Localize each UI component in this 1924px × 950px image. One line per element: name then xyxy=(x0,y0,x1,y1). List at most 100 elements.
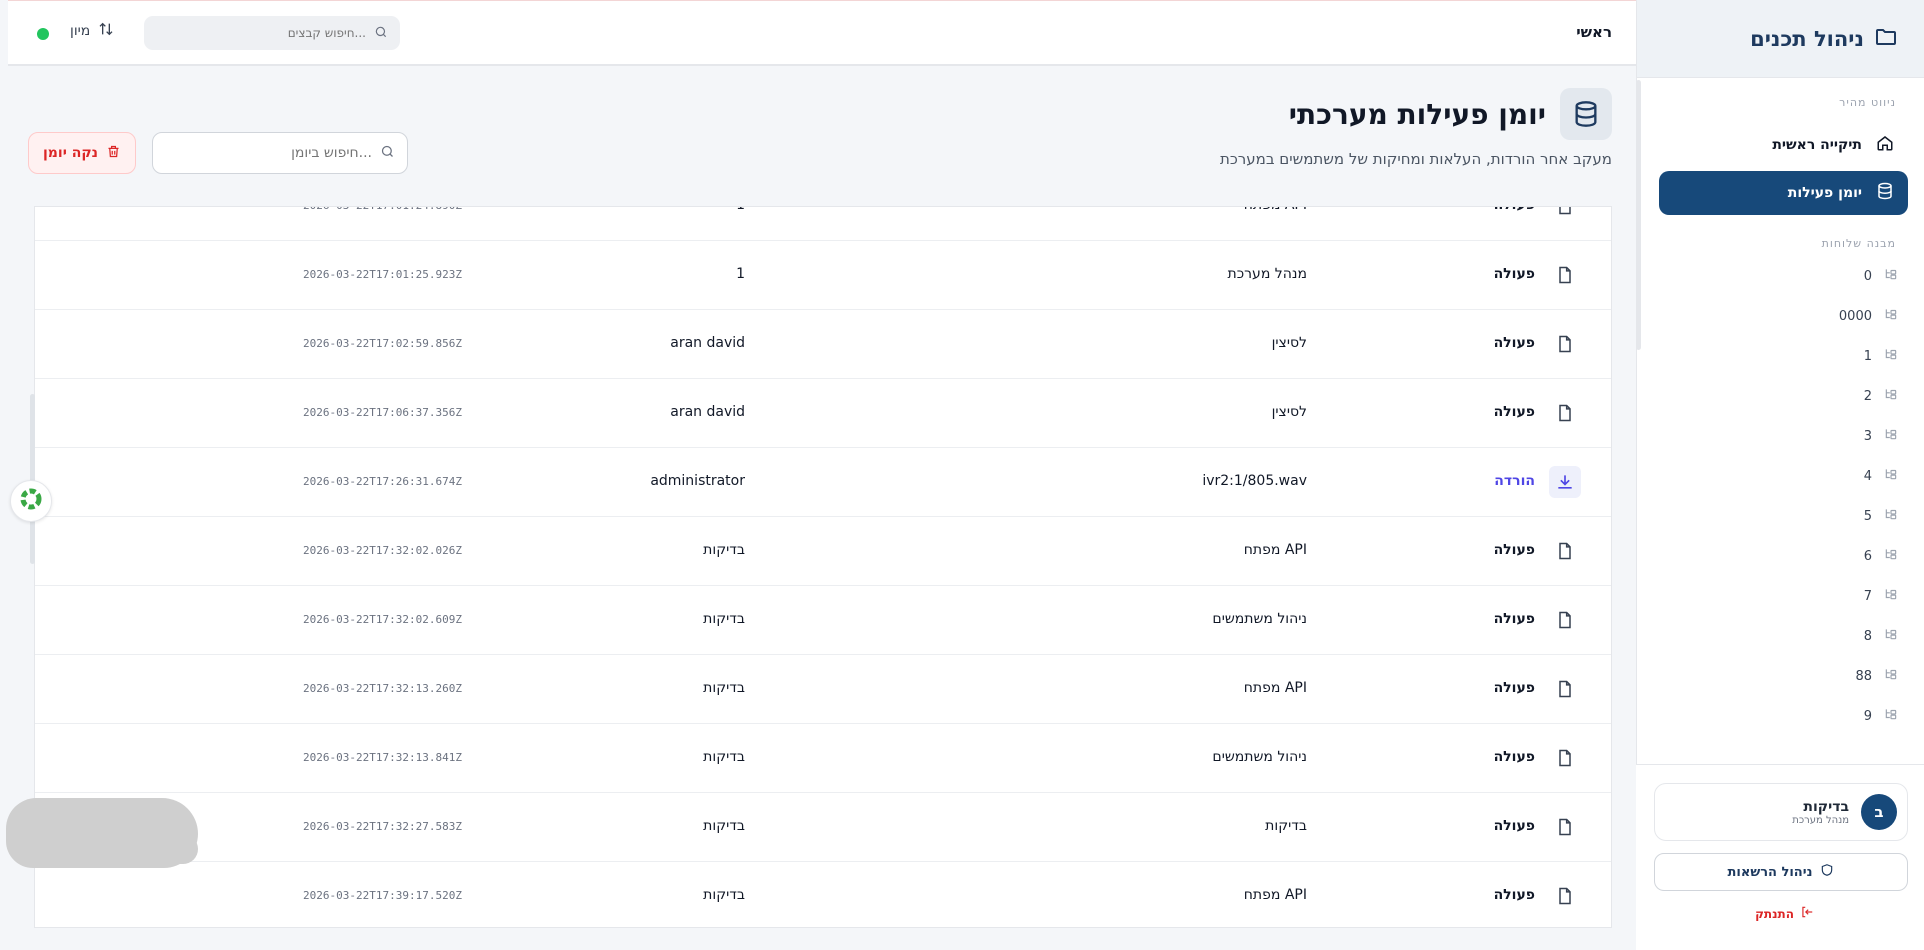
table-row[interactable]: פעולה מפתח API בדיקות 2026-03-22T17:32:02.0… xyxy=(35,517,1611,586)
file-icon xyxy=(1549,811,1581,843)
table-row[interactable]: פעולה מנהל מערכת 1 2026-03-22T17:01:25.923Z xyxy=(35,241,1611,310)
table-row[interactable]: פעולה ניהול משתמשים בדיקות 2026-03-22T17:32… xyxy=(35,586,1611,655)
database-icon xyxy=(1560,88,1612,140)
sort-label: מיון xyxy=(70,23,91,39)
table-row[interactable]: פעולה בדיקות בדיקות 2026-03-22T17:32:27.583… xyxy=(35,793,1611,862)
avatar: ב xyxy=(1861,794,1897,830)
file-icon xyxy=(1549,207,1581,222)
sidebar-title: ניהול תכנים xyxy=(1750,26,1864,51)
table-row[interactable]: פעולה ניהול משתמשים בדיקות 2026-03-22T17:32… xyxy=(35,724,1611,793)
log-action: הורדה xyxy=(1494,473,1535,489)
log-user: בדיקות xyxy=(703,680,745,696)
page-header: יומן פעילות מערכתי מעקב אחר הורדות, העלא… xyxy=(1220,88,1612,168)
shield-icon xyxy=(1820,863,1834,881)
log-timestamp: 2026-03-22T17:32:13.260Z xyxy=(303,682,462,695)
table-row[interactable]: פעולה לסיצין aran david 2026-03-22T17:02:59… xyxy=(35,310,1611,379)
tree-item[interactable]: 5 xyxy=(1637,496,1924,536)
file-icon xyxy=(1549,673,1581,705)
tree-item[interactable]: 4 xyxy=(1637,456,1924,496)
log-timestamp: 2026-03-22T17:32:13.841Z xyxy=(303,751,462,764)
file-search[interactable] xyxy=(144,16,400,50)
logout-icon xyxy=(1800,905,1814,922)
table-row[interactable]: פעולה לסיצין aran david 2026-03-22T17:06:37… xyxy=(35,379,1611,448)
log-action: פעולה xyxy=(1493,335,1535,351)
file-icon xyxy=(1549,397,1581,429)
log-search[interactable] xyxy=(152,132,408,174)
sort-button[interactable]: מיון xyxy=(70,21,114,41)
download-icon xyxy=(1549,466,1581,498)
log-timestamp: 2026-03-22T17:32:27.583Z xyxy=(303,820,462,833)
user-role: מנהל מערכת xyxy=(1792,814,1849,826)
tree-item[interactable]: 1 xyxy=(1637,336,1924,376)
log-timestamp: 2026-03-22T17:39:17.520Z xyxy=(303,889,462,902)
sidebar-item-home[interactable]: תיקייה ראשית xyxy=(1637,123,1924,167)
refresh-icon xyxy=(19,487,43,515)
tree-item[interactable]: 0000 xyxy=(1637,296,1924,336)
breadcrumb[interactable]: ראשי xyxy=(1576,23,1612,41)
sidebar-header: ניהול תכנים xyxy=(1637,0,1924,78)
folder-tree-icon xyxy=(1884,667,1898,685)
table-row[interactable]: פעולה מפתח API בדיקות 2026-03-22T17:32:13.2… xyxy=(35,655,1611,724)
file-icon xyxy=(1549,604,1581,636)
log-target: לסיצין xyxy=(1271,404,1307,420)
log-user: בדיקות xyxy=(703,611,745,627)
sidebar-scrollbar[interactable] xyxy=(1636,80,1641,350)
tree-item-label: 6 xyxy=(1863,548,1872,564)
clear-log-button[interactable]: נקה יומן xyxy=(28,132,136,174)
log-target: מפתח API xyxy=(1244,207,1307,213)
log-target: מפתח API xyxy=(1243,542,1307,558)
log-user: 1 xyxy=(736,207,745,213)
folder-tree-icon xyxy=(1884,267,1898,285)
tree-item[interactable]: 0 xyxy=(1637,256,1924,296)
tree-item[interactable]: 3 xyxy=(1637,416,1924,456)
table-row[interactable]: הורדה ivr2:1/805.wav administrator 2026-03-… xyxy=(35,448,1611,517)
tree-item[interactable]: 6 xyxy=(1637,536,1924,576)
sidebar-item-activity-log[interactable]: יומן פעילות xyxy=(1659,171,1908,215)
log-timestamp: 2026-03-22T17:26:31.674Z xyxy=(303,475,462,488)
log-target: לסיצין xyxy=(1271,335,1307,351)
tree-item[interactable]: 97 xyxy=(1637,736,1924,746)
tree-item-label: 7 xyxy=(1863,588,1872,604)
table-scrollbar[interactable] xyxy=(30,394,35,564)
log-timestamp: 2026-03-22T17:01:25.923Z xyxy=(303,268,462,281)
log-timestamp: 2026-03-22T17:32:02.026Z xyxy=(303,544,462,557)
tree-item[interactable]: 9 xyxy=(1637,696,1924,736)
page-subtitle: מעקב אחר הורדות, העלאות ומחיקות של משתמש… xyxy=(1220,150,1612,168)
home-icon xyxy=(1876,134,1894,156)
folder-tree-icon xyxy=(1884,627,1898,645)
tree-item-label: 1 xyxy=(1863,348,1872,364)
user-card[interactable]: בדיקות מנהל מערכת ב xyxy=(1654,783,1908,841)
table-row[interactable]: פעולה מפתח API בדיקות 2026-03-22T17:39:17.5… xyxy=(35,862,1611,927)
logout-label: התנתק xyxy=(1755,906,1794,921)
log-target: ניהול משתמשים xyxy=(1212,611,1307,627)
log-action: פעולה xyxy=(1494,207,1535,213)
tree-item[interactable]: 8 xyxy=(1637,616,1924,656)
tree-item[interactable]: 2 xyxy=(1637,376,1924,416)
sidebar: ניהול תכנים ניווט מהיר תיקייה ראשית יומן… xyxy=(1636,0,1924,950)
permissions-button[interactable]: ניהול הרשאות xyxy=(1654,853,1908,891)
file-search-input[interactable] xyxy=(166,26,366,40)
log-target: בדיקות xyxy=(1265,818,1307,834)
log-search-input[interactable] xyxy=(162,145,372,161)
logout-button[interactable]: התנתק xyxy=(1755,905,1814,922)
trash-icon xyxy=(106,144,121,163)
tree-item-label: 3 xyxy=(1863,428,1872,444)
tree-item-label: 5 xyxy=(1863,508,1872,524)
floating-widget-button[interactable] xyxy=(10,480,52,522)
log-action: פעולה xyxy=(1493,266,1535,282)
log-timestamp: 2026-03-22T17:32:02.609Z xyxy=(303,613,462,626)
search-icon xyxy=(374,25,388,42)
tree-item[interactable]: 7 xyxy=(1637,576,1924,616)
log-user: בדיקות xyxy=(703,887,745,903)
quick-nav-label: ניווט מהיר xyxy=(1839,96,1896,109)
tree-item-label: 8 xyxy=(1863,628,1872,644)
sidebar-item-label: תיקייה ראשית xyxy=(1772,137,1862,153)
table-row[interactable]: פעולה מפתח API 1 2026-03-22T17:01:24.890Z xyxy=(35,207,1611,241)
log-user: aran david xyxy=(670,404,745,420)
tree-item[interactable]: 88 xyxy=(1637,656,1924,696)
folder-tree-icon xyxy=(1884,347,1898,365)
file-icon xyxy=(1549,328,1581,360)
log-action: פעולה xyxy=(1493,818,1535,834)
permissions-label: ניהול הרשאות xyxy=(1727,864,1813,880)
tree-item-label: 88 xyxy=(1855,668,1872,684)
